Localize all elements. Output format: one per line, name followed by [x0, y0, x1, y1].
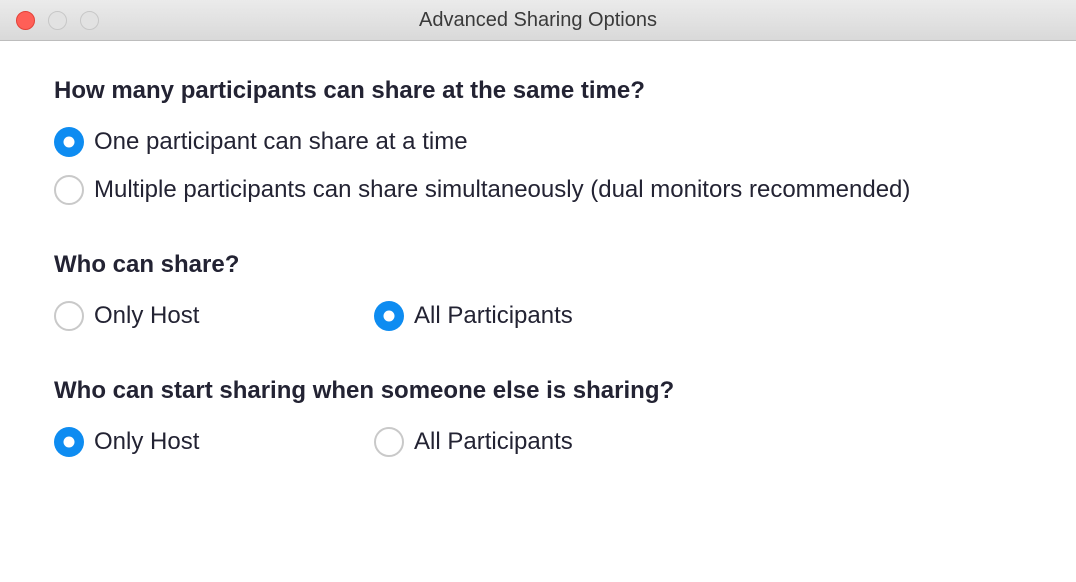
radio-group-who-can-start: Only Host All Participants — [54, 427, 1022, 457]
section-title-who-can-share: Who can share? — [54, 251, 1022, 279]
radio-option-multiple-participants[interactable]: Multiple participants can share simultan… — [54, 175, 1022, 205]
titlebar: Advanced Sharing Options — [0, 0, 1076, 41]
radio-unselected-icon — [374, 427, 404, 457]
content-area: How many participants can share at the s… — [0, 41, 1076, 523]
radio-unselected-icon — [54, 175, 84, 205]
radio-option-only-host[interactable]: Only Host — [54, 427, 284, 457]
radio-label: Multiple participants can share simultan… — [94, 176, 910, 204]
radio-label: Only Host — [94, 428, 199, 456]
radio-option-only-host[interactable]: Only Host — [54, 301, 284, 331]
radio-unselected-icon — [54, 301, 84, 331]
section-title-how-many: How many participants can share at the s… — [54, 77, 1022, 105]
radio-selected-icon — [374, 301, 404, 331]
radio-selected-icon — [54, 427, 84, 457]
radio-label: All Participants — [414, 428, 573, 456]
zoom-icon[interactable] — [80, 11, 99, 30]
minimize-icon[interactable] — [48, 11, 67, 30]
section-title-who-can-start: Who can start sharing when someone else … — [54, 377, 1022, 405]
section-how-many: How many participants can share at the s… — [54, 77, 1022, 205]
radio-label: All Participants — [414, 302, 573, 330]
section-who-can-start: Who can start sharing when someone else … — [54, 377, 1022, 457]
close-icon[interactable] — [16, 11, 35, 30]
traffic-lights — [0, 11, 99, 30]
radio-selected-icon — [54, 127, 84, 157]
radio-option-one-participant[interactable]: One participant can share at a time — [54, 127, 1022, 157]
section-who-can-share: Who can share? Only Host All Participant… — [54, 251, 1022, 331]
radio-option-all-participants[interactable]: All Participants — [374, 427, 573, 457]
radio-group-who-can-share: Only Host All Participants — [54, 301, 1022, 331]
window-title: Advanced Sharing Options — [0, 9, 1076, 32]
radio-label: Only Host — [94, 302, 199, 330]
radio-label: One participant can share at a time — [94, 128, 468, 156]
radio-option-all-participants[interactable]: All Participants — [374, 301, 573, 331]
